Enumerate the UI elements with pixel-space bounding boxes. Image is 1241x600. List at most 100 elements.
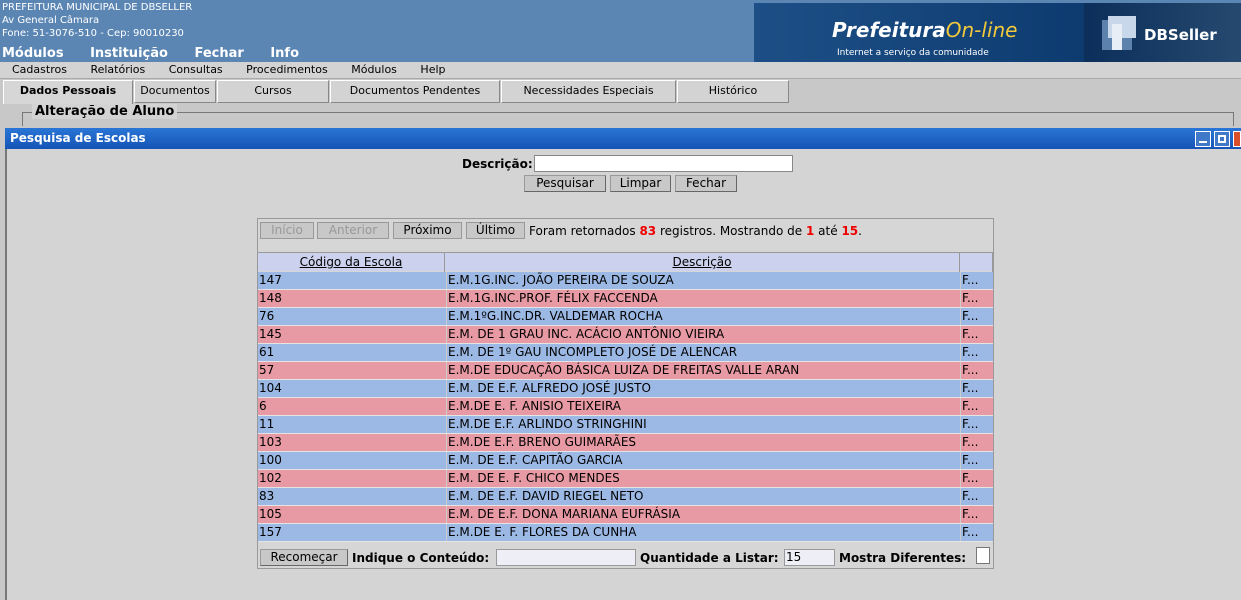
description-input[interactable] — [534, 155, 793, 172]
cell-extra[interactable]: F... — [960, 416, 993, 433]
col-codigo-escola[interactable]: Código da Escola — [258, 253, 445, 272]
cell-descricao[interactable]: E.M.DE E.F. BRENO GUIMARÃES — [446, 434, 958, 451]
col-descricao[interactable]: Descrição — [445, 253, 960, 272]
cell-extra[interactable]: F... — [960, 344, 993, 361]
cell-codigo[interactable]: 11 — [259, 416, 445, 433]
cell-codigo[interactable]: 145 — [259, 326, 445, 343]
cell-descricao[interactable]: E.M.1G.INC.PROF. FÉLIX FACCENDA — [446, 290, 958, 307]
top-menu-instituicao[interactable]: Instituição — [90, 46, 168, 61]
cell-extra[interactable]: F... — [960, 362, 993, 379]
table-row[interactable]: 76 E.M.1ºG.INC.DR. VALDEMAR ROCHA F... — [258, 308, 993, 326]
quantity-input[interactable]: 15 — [784, 549, 835, 566]
cell-descricao[interactable]: E.M. DE E.F. DAVID RIEGEL NETO — [446, 488, 958, 505]
table-row[interactable]: 6 E.M.DE E. F. ANISIO TEIXEIRA F... — [258, 398, 993, 416]
cell-codigo[interactable]: 100 — [259, 452, 445, 469]
tab-documentos-pendentes[interactable]: Documentos Pendentes — [330, 80, 500, 103]
menu-cadastros[interactable]: Cadastros — [12, 62, 67, 78]
cell-descricao[interactable]: E.M. DE 1º GAU INCOMPLETO JOSÉ DE ALENCA… — [446, 344, 958, 361]
content-input[interactable] — [496, 549, 636, 566]
tab-cursos[interactable]: Cursos — [217, 80, 329, 103]
tab-dados-pessoais[interactable]: Dados Pessoais — [3, 80, 133, 104]
tab-documentos[interactable]: Documentos — [134, 80, 216, 103]
maximize-icon[interactable] — [1214, 131, 1230, 147]
records-msg-end: . — [858, 224, 862, 238]
table-row[interactable]: 11 E.M.DE E.F. ARLINDO STRINGHINI F... — [258, 416, 993, 434]
cell-codigo[interactable]: 147 — [259, 272, 445, 289]
menu-procedimentos[interactable]: Procedimentos — [246, 62, 328, 78]
cell-descricao[interactable]: E.M.DE E. F. FLORES DA CUNHA — [446, 524, 958, 541]
cell-codigo[interactable]: 103 — [259, 434, 445, 451]
cell-codigo[interactable]: 83 — [259, 488, 445, 505]
grid-footer: Recomeçar Indique o Conteúdo: Quantidade… — [258, 547, 993, 568]
prev-page-button[interactable]: Anterior — [317, 222, 389, 239]
cell-descricao[interactable]: E.M. DE 1 GRAU INC. ACÁCIO ANTÔNIO VIEIR… — [446, 326, 958, 343]
search-button[interactable]: Pesquisar — [524, 175, 606, 192]
close-icon[interactable] — [1233, 131, 1241, 147]
table-row[interactable]: 102 E.M. DE E. F. CHICO MENDES F... — [258, 470, 993, 488]
cell-codigo[interactable]: 104 — [259, 380, 445, 397]
table-row[interactable]: 104 E.M. DE E.F. ALFREDO JOSÉ JUSTO F... — [258, 380, 993, 398]
cell-codigo[interactable]: 76 — [259, 308, 445, 325]
cell-extra[interactable]: F... — [960, 308, 993, 325]
table-row[interactable]: 61 E.M. DE 1º GAU INCOMPLETO JOSÉ DE ALEN… — [258, 344, 993, 362]
cell-descricao[interactable]: E.M. DE E.F. ALFREDO JOSÉ JUSTO — [446, 380, 958, 397]
cell-codigo[interactable]: 148 — [259, 290, 445, 307]
cell-descricao[interactable]: E.M. DE E.F. DONA MARIANA EUFRÁSIA — [446, 506, 958, 523]
minimize-icon[interactable] — [1195, 131, 1211, 147]
cell-descricao[interactable]: E.M.DE E. F. ANISIO TEIXEIRA — [446, 398, 958, 415]
cell-codigo[interactable]: 157 — [259, 524, 445, 541]
next-page-button[interactable]: Próximo — [393, 222, 462, 239]
menu-consultas[interactable]: Consultas — [169, 62, 223, 78]
cell-extra[interactable]: F... — [960, 488, 993, 505]
distinct-checkbox[interactable] — [976, 547, 990, 564]
table-row[interactable]: 105 E.M. DE E.F. DONA MARIANA EUFRÁSIA F..… — [258, 506, 993, 524]
menu-help[interactable]: Help — [420, 62, 445, 78]
cell-descricao[interactable]: E.M.1ºG.INC.DR. VALDEMAR ROCHA — [446, 308, 958, 325]
top-menu: Módulos Instituição Fechar Info — [2, 46, 321, 61]
cell-descricao[interactable]: E.M.DE EDUCAÇÃO BÁSICA LUIZA DE FREITAS … — [446, 362, 958, 379]
table-row[interactable]: 100 E.M. DE E.F. CAPITÃO GARCIA F... — [258, 452, 993, 470]
cell-extra[interactable]: F... — [960, 524, 993, 541]
cell-codigo[interactable]: 61 — [259, 344, 445, 361]
table-row[interactable]: 157 E.M.DE E. F. FLORES DA CUNHA F... — [258, 524, 993, 542]
table-row[interactable]: 103 E.M.DE E.F. BRENO GUIMARÃES F... — [258, 434, 993, 452]
top-menu-modulos[interactable]: Módulos — [2, 46, 64, 61]
cell-extra[interactable]: F... — [960, 272, 993, 289]
first-page-button[interactable]: Início — [260, 222, 314, 239]
menu-relatorios[interactable]: Relatórios — [90, 62, 145, 78]
table-row[interactable]: 148 E.M.1G.INC.PROF. FÉLIX FACCENDA F... — [258, 290, 993, 308]
cell-descricao[interactable]: E.M. DE E.F. CAPITÃO GARCIA — [446, 452, 958, 469]
table-row[interactable]: 145 E.M. DE 1 GRAU INC. ACÁCIO ANTÔNIO VI… — [258, 326, 993, 344]
cell-extra[interactable]: F... — [960, 326, 993, 343]
cell-extra[interactable]: F... — [960, 380, 993, 397]
cell-extra[interactable]: F... — [960, 290, 993, 307]
cell-extra[interactable]: F... — [960, 506, 993, 523]
cell-extra[interactable]: F... — [960, 470, 993, 487]
table-row[interactable]: 147 E.M.1G.INC. JOÃO PEREIRA DE SOUZA F... — [258, 272, 993, 290]
records-msg-until: até — [818, 224, 838, 238]
cell-extra[interactable]: F... — [960, 452, 993, 469]
col-extra[interactable] — [960, 253, 993, 272]
cell-codigo[interactable]: 102 — [259, 470, 445, 487]
close-button[interactable]: Fechar — [675, 175, 737, 192]
cell-codigo[interactable]: 105 — [259, 506, 445, 523]
top-menu-info[interactable]: Info — [270, 46, 299, 61]
table-row[interactable]: 83 E.M. DE E.F. DAVID RIEGEL NETO F... — [258, 488, 993, 506]
cell-codigo[interactable]: 57 — [259, 362, 445, 379]
top-menu-fechar[interactable]: Fechar — [194, 46, 243, 61]
table-header: Código da Escola Descrição — [258, 252, 993, 272]
cell-extra[interactable]: F... — [960, 434, 993, 451]
cell-descricao[interactable]: E.M. DE E. F. CHICO MENDES — [446, 470, 958, 487]
cell-descricao[interactable]: E.M.1G.INC. JOÃO PEREIRA DE SOUZA — [446, 272, 958, 289]
fieldset-border — [22, 112, 1234, 126]
last-page-button[interactable]: Último — [466, 222, 525, 239]
restart-button[interactable]: Recomeçar — [260, 549, 348, 566]
cell-extra[interactable]: F... — [960, 398, 993, 415]
menu-modulos[interactable]: Módulos — [351, 62, 397, 78]
tab-historico[interactable]: Histórico — [677, 80, 789, 103]
cell-codigo[interactable]: 6 — [259, 398, 445, 415]
tab-necessidades-especiais[interactable]: Necessidades Especiais — [501, 80, 676, 103]
table-row[interactable]: 57 E.M.DE EDUCAÇÃO BÁSICA LUIZA DE FREITA… — [258, 362, 993, 380]
cell-descricao[interactable]: E.M.DE E.F. ARLINDO STRINGHINI — [446, 416, 958, 433]
clear-button[interactable]: Limpar — [610, 175, 671, 192]
